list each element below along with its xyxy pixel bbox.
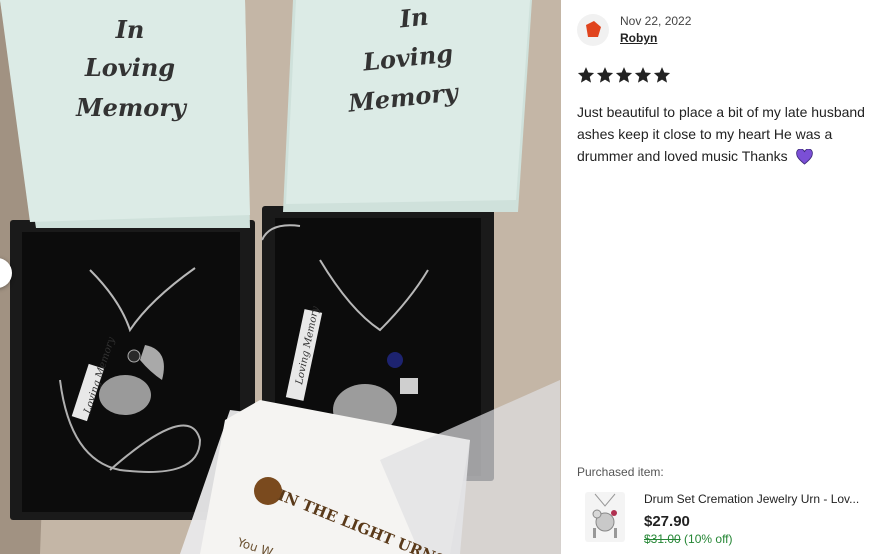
purchased-item-label: Purchased item: [577,465,664,479]
review-body: Just beautiful to place a bit of my late… [577,104,865,164]
product-thumbnail[interactable] [585,492,625,542]
item-discount-percent: (10% off) [684,532,733,546]
reviewer-avatar-icon [586,21,601,37]
purple-heart-icon [795,149,813,165]
left-lid-memory: Memory [76,93,186,122]
review-text: Just beautiful to place a bit of my late… [577,101,867,167]
review-panel: Nov 22, 2022 Robyn Just beautiful to pla… [561,0,872,554]
star-rating [577,66,671,84]
star-icon [596,67,614,83]
left-lid-text: In [100,10,160,50]
left-lid-loving: Loving [84,53,176,82]
review-photo: In Loving Memory In Loving Memory Loving… [0,0,561,554]
star-icon [577,67,595,83]
reviewer-name-link[interactable]: Robyn [620,31,657,45]
review-date: Nov 22, 2022 [620,14,692,28]
star-icon [615,67,633,83]
right-lid-in: In [398,1,430,34]
item-price: $27.90 [644,513,690,530]
star-icon [653,67,671,83]
drum-set-pendant-icon [592,493,617,538]
item-original-price: $31.00 [644,532,681,546]
purchased-item-title-link[interactable]: Drum Set Cremation Jewelry Urn - Lov... [644,492,866,506]
star-icon [634,67,652,83]
lid-word-in: In [115,15,145,44]
avatar[interactable] [577,14,609,46]
item-discount: $31.00 (10% off) [644,532,733,546]
